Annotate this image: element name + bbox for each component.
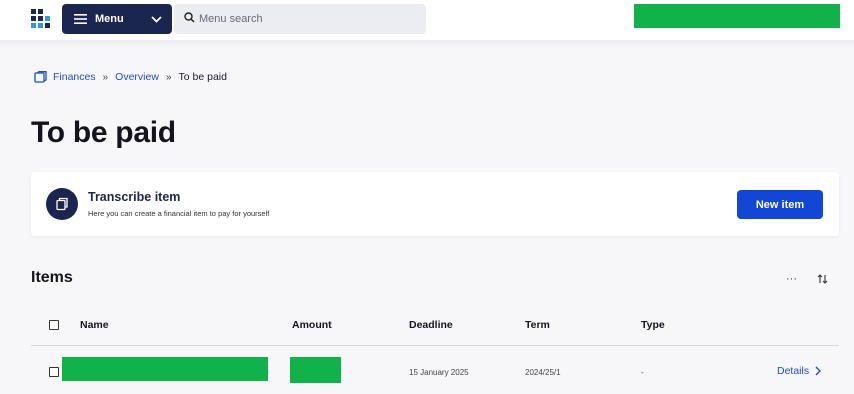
amount-redacted <box>290 357 341 383</box>
transcribe-item-card: Transcribe item Here you can create a fi… <box>31 172 839 236</box>
app-logo-icon[interactable] <box>31 9 51 29</box>
hamburger-icon <box>74 14 87 24</box>
term-cell: 2024/25/1 <box>525 368 561 377</box>
user-info-redacted[interactable] <box>634 4 840 28</box>
breadcrumb-separator: » <box>102 71 109 83</box>
breadcrumb: Finances » Overview » To be paid <box>34 70 227 84</box>
breadcrumb-finances[interactable]: Finances <box>53 71 96 83</box>
details-label: Details <box>777 365 810 377</box>
name-redacted <box>62 357 268 381</box>
column-header-name[interactable]: Name <box>80 319 109 331</box>
details-link[interactable]: Details <box>777 365 822 377</box>
deadline-cell: 15 January 2025 <box>409 368 469 377</box>
select-all-checkbox[interactable] <box>49 320 59 330</box>
breadcrumb-current: To be paid <box>178 71 227 83</box>
new-item-button[interactable]: New item <box>737 190 823 219</box>
breadcrumb-overview[interactable]: Overview <box>115 71 159 83</box>
sort-icon[interactable] <box>817 274 828 284</box>
items-heading: Items <box>31 269 73 286</box>
column-header-term[interactable]: Term <box>525 319 550 331</box>
finances-icon <box>34 71 47 83</box>
chevron-right-icon <box>815 366 822 376</box>
header-shadow <box>0 40 854 48</box>
transcribe-item-subtitle: Here you can create a financial item to … <box>88 209 270 218</box>
menu-search-input[interactable] <box>199 13 399 25</box>
chevron-down-icon <box>151 15 162 23</box>
menu-button[interactable]: Menu <box>62 4 172 34</box>
search-icon <box>184 10 199 28</box>
menu-search[interactable] <box>174 4 426 34</box>
more-options-icon[interactable]: ··· <box>786 273 797 285</box>
row-checkbox[interactable] <box>49 367 59 377</box>
column-header-type[interactable]: Type <box>641 319 665 331</box>
column-header-deadline[interactable]: Deadline <box>409 319 453 331</box>
transcribe-item-title: Transcribe item <box>88 190 181 204</box>
menu-button-label: Menu <box>95 13 124 25</box>
column-header-amount[interactable]: Amount <box>292 319 332 331</box>
type-cell: - <box>641 368 644 377</box>
top-bar: Menu <box>0 0 854 40</box>
table-header: Name Amount Deadline Term Type <box>31 312 839 346</box>
table-row[interactable]: 15 January 2025 2024/25/1 - Details <box>31 347 839 393</box>
page-title: To be paid <box>31 116 176 149</box>
document-icon <box>46 188 78 220</box>
breadcrumb-separator: » <box>165 71 172 83</box>
